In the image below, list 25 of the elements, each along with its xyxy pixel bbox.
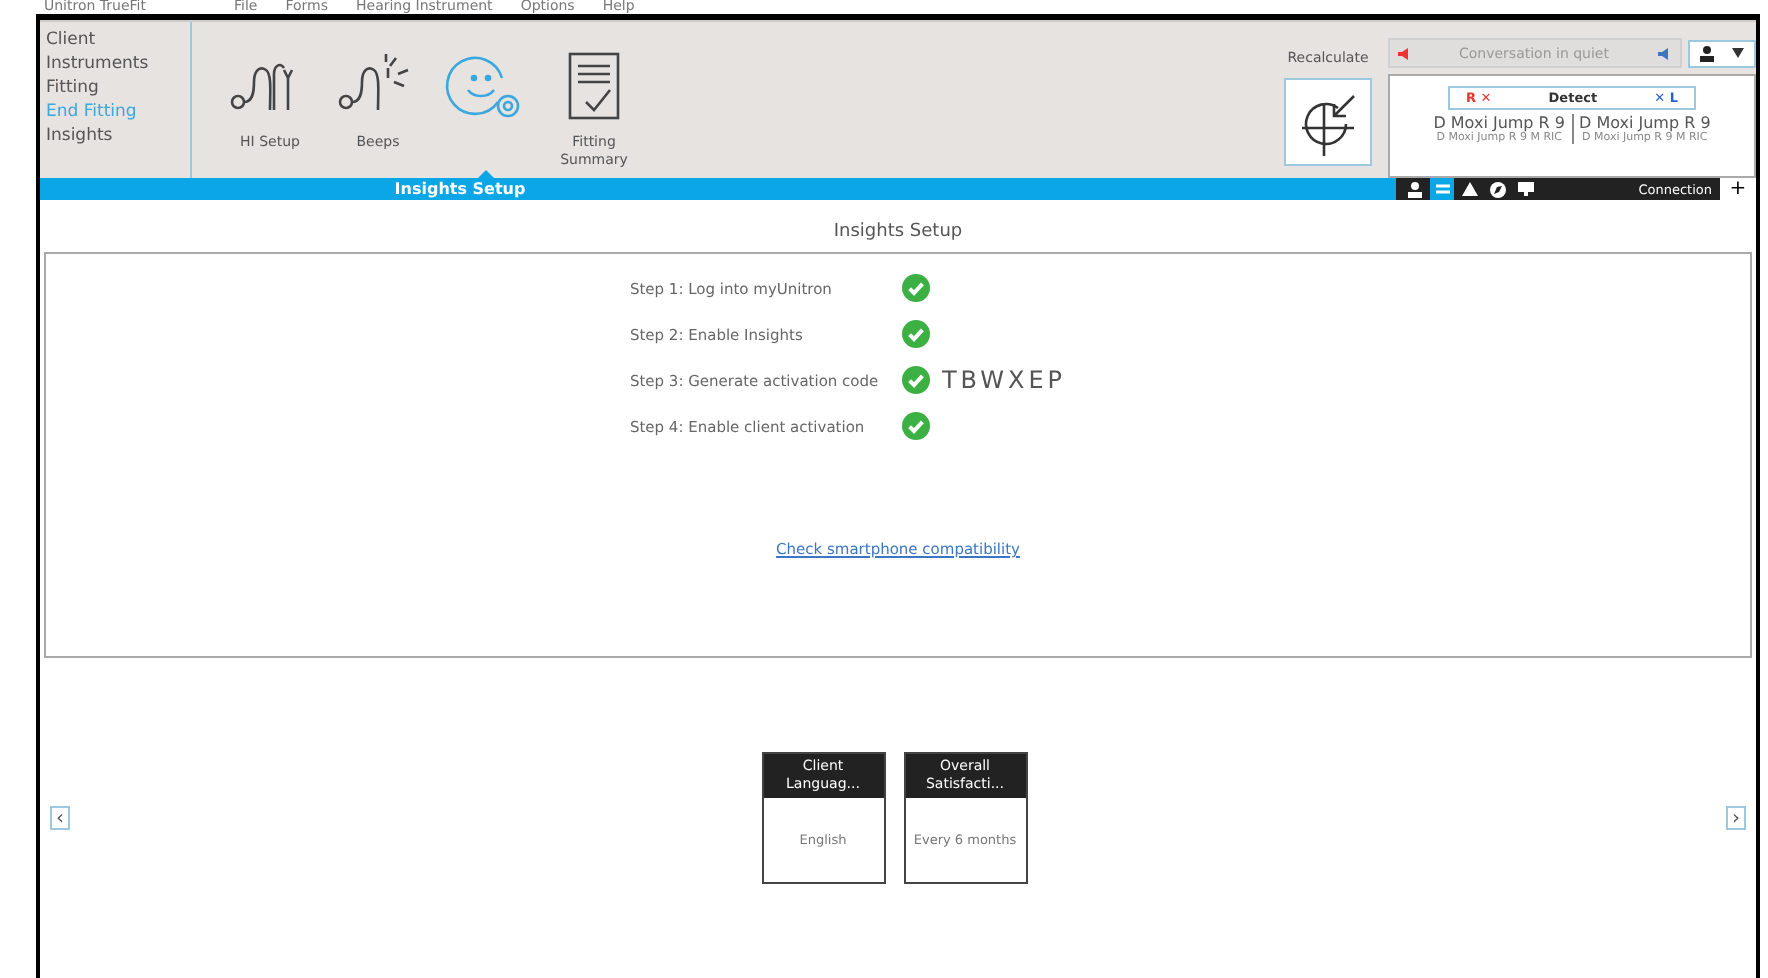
previous-button[interactable]: ‹ xyxy=(50,806,70,830)
user-dropdown[interactable] xyxy=(1688,39,1756,67)
nav-item[interactable]: Instruments xyxy=(46,52,190,76)
nav-item[interactable]: Fitting xyxy=(46,76,190,100)
device-name: D Moxi Jump R 9 xyxy=(1433,114,1565,132)
page-title: Insights Setup xyxy=(831,220,965,246)
warning-icon xyxy=(1462,182,1478,196)
monitor-icon xyxy=(1518,182,1534,196)
compass-icon xyxy=(1490,181,1506,197)
add-button[interactable]: + xyxy=(1720,178,1756,200)
section-title: Insights Setup xyxy=(392,178,528,200)
person-icon xyxy=(1699,45,1714,61)
speaker-icon xyxy=(1398,47,1410,59)
next-button[interactable]: › xyxy=(1726,806,1746,830)
nav-item[interactable]: Client xyxy=(46,28,190,52)
recalculate-button[interactable] xyxy=(1284,78,1372,166)
device-name: D Moxi Jump R 9 xyxy=(1579,114,1711,132)
person-icon xyxy=(1407,181,1421,197)
toolbar-button[interactable] xyxy=(1486,178,1510,200)
toolbar-button[interactable] xyxy=(1402,178,1426,200)
speaker-icon xyxy=(1658,47,1672,59)
activation-code: TBWXEP xyxy=(941,366,1067,394)
toolbar-button[interactable] xyxy=(1458,178,1482,200)
nav-item[interactable]: Insights xyxy=(46,124,190,148)
caret-icon xyxy=(1732,48,1745,58)
